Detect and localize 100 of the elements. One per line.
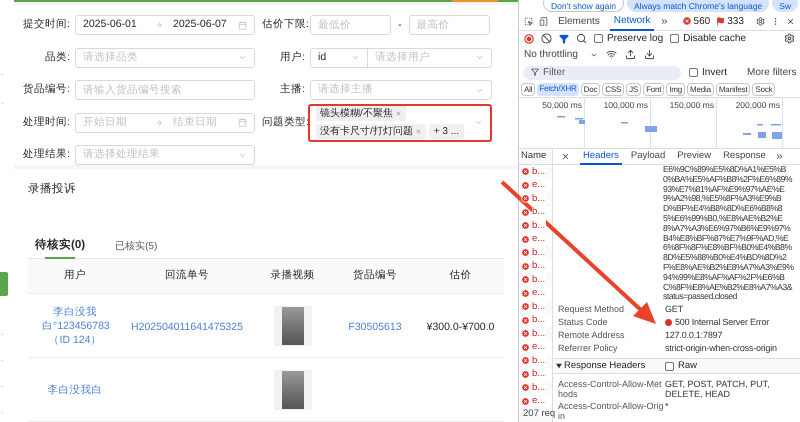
checkbox[interactable] — [670, 34, 680, 43]
date-range-field[interactable]: 2025-06-01 2025-06-07 — [75, 15, 255, 36]
request-name[interactable]: b... — [532, 272, 546, 287]
settings-icon[interactable] — [756, 16, 765, 26]
url-line: F%E8%AE%B2%E8%A7%A3%E9% — [663, 262, 795, 273]
type-filter-chip[interactable]: Media — [687, 82, 714, 96]
detail-tab[interactable]: Response — [720, 148, 769, 164]
upload-icon[interactable] — [624, 49, 636, 60]
settings-icon[interactable] — [784, 33, 795, 44]
device-icon[interactable] — [539, 16, 548, 26]
url-line: 93%E7%81%AF%E9%97%AE%E — [663, 184, 786, 194]
issue-count[interactable]: 333 — [727, 14, 744, 28]
order-link[interactable]: H202504011641475325 — [131, 320, 243, 332]
field-label: 处理时间: — [22, 114, 70, 130]
type-filter-chip[interactable]: CSS — [602, 82, 624, 96]
field-label: 提交时间: — [22, 17, 70, 32]
checkbox[interactable] — [689, 68, 698, 76]
download-icon[interactable] — [644, 49, 655, 60]
type-filter-chip[interactable]: Manifest — [716, 82, 750, 96]
url-line: status=passed,closed — [663, 292, 738, 302]
request-name[interactable]: b... — [532, 205, 546, 220]
expanded-triangle-icon — [556, 363, 562, 370]
tab[interactable]: 待核实(0) — [35, 234, 86, 258]
tag-chip: 镜头模糊/不聚焦 — [316, 106, 406, 122]
banner-button[interactable]: Don't show again — [543, 0, 624, 12]
request-name[interactable]: b... — [532, 164, 546, 179]
search-icon[interactable] — [576, 33, 587, 44]
user-link[interactable]: 李白没我白 — [42, 382, 108, 396]
url-line: 6%8F%8F%E8%BF%B0%E4%B8% — [663, 243, 793, 254]
checkbox-label: Disable cache — [683, 32, 746, 46]
more-tags-chip: + 3 ... — [428, 124, 464, 140]
field-label: 品类: — [44, 50, 70, 65]
detail-tab[interactable]: Payload — [628, 148, 668, 164]
id-select[interactable]: id — [310, 48, 368, 68]
filter-icon[interactable] — [559, 34, 569, 44]
user-link[interactable]: 李白没我白°123456783（ID 124） — [42, 304, 108, 346]
goods-link[interactable]: F30505613 — [348, 320, 402, 332]
type-filter-chip[interactable]: All — [521, 82, 536, 96]
min-price-field[interactable]: 最低价 — [310, 15, 391, 36]
record-icon[interactable] — [524, 34, 534, 44]
request-name[interactable]: b... — [532, 354, 546, 368]
url-line: 9%A2%98,%E5%8F%A3%E9%B — [663, 194, 782, 204]
close-icon[interactable] — [561, 152, 570, 161]
type-filter-chip[interactable]: Doc — [580, 82, 600, 96]
detail-tab[interactable]: Headers — [580, 148, 622, 164]
type-filter-chip[interactable]: Font — [643, 82, 664, 96]
field-label: 用户: — [279, 50, 305, 65]
clear-icon[interactable] — [541, 33, 552, 44]
more-filters-dropdown[interactable]: More filters — [747, 64, 800, 80]
arrow-icon — [155, 21, 163, 30]
more-tabs-icon[interactable] — [774, 152, 784, 161]
input-field[interactable]: 请输入货品编号搜索 — [75, 80, 255, 100]
field-label: 货品编号: — [22, 82, 70, 98]
request-name[interactable]: b... — [532, 246, 546, 260]
checkbox-label: Raw — [678, 359, 698, 374]
url-line: 5%E6%99%B0,%E8%AE%B2%E — [663, 214, 784, 224]
request-name[interactable]: b... — [532, 380, 546, 395]
checkbox-label: Invert — [702, 66, 728, 80]
checkbox[interactable] — [665, 362, 674, 371]
filter-field[interactable]: Filter — [523, 66, 681, 80]
devtools-tab[interactable]: Network — [610, 12, 654, 30]
column-header: 录播视频 — [270, 268, 316, 284]
type-filter-chip[interactable]: Img — [666, 82, 686, 96]
video-thumbnail[interactable] — [274, 370, 312, 410]
request-name[interactable]: b... — [532, 192, 546, 206]
column-header: 货品编号 — [352, 268, 398, 284]
banner-button[interactable]: Always match Chrome's language — [626, 0, 770, 12]
type-filter-chip[interactable]: Sock — [752, 82, 776, 96]
field-label: 主播: — [279, 82, 305, 98]
error-count[interactable]: 560 — [694, 14, 710, 28]
video-thumbnail[interactable] — [274, 306, 312, 346]
warning-flag-icon — [716, 16, 726, 26]
section-toggle[interactable]: Response Headers — [556, 359, 665, 374]
request-name[interactable]: b... — [532, 300, 546, 314]
url-line: D%BF%E4%B8%8D%E6%B8%8 — [663, 204, 784, 214]
max-price-field[interactable]: 最高价 — [408, 15, 490, 36]
card-title: 录播投诉 — [28, 182, 77, 197]
range-separator: - — [398, 18, 402, 34]
type-filter-chip[interactable]: JS — [626, 82, 642, 96]
url-line: E6%9C%89%E5%8D%A1%E5%B — [663, 165, 787, 175]
devtools-tab[interactable]: Elements — [554, 12, 604, 30]
end-date: 结束日期 — [173, 116, 217, 128]
header-key: Request Method — [558, 303, 665, 316]
tick-label: 150,000 ms — [670, 100, 714, 110]
sidebar-active-marker — [0, 272, 8, 296]
checkbox[interactable] — [594, 34, 603, 43]
filter-icon — [531, 68, 539, 76]
request-name[interactable]: b... — [532, 326, 546, 341]
throttling-dropdown[interactable]: No throttling — [524, 47, 598, 62]
request-name[interactable]: b... — [532, 218, 546, 233]
inspect-icon[interactable] — [524, 16, 534, 26]
wifi-icon[interactable] — [606, 49, 617, 60]
detail-tab[interactable]: Preview — [674, 148, 714, 164]
type-filter-chip[interactable]: Fetch/XHR — [537, 82, 579, 96]
calendar-icon — [238, 20, 247, 30]
banner-button[interactable]: Sw — [772, 0, 798, 12]
tab[interactable]: 已核实(5) — [115, 234, 158, 258]
start-date: 2025-06-01 — [83, 18, 137, 30]
checkbox-label: Preserve log — [607, 32, 664, 46]
arrow-icon — [155, 118, 163, 127]
